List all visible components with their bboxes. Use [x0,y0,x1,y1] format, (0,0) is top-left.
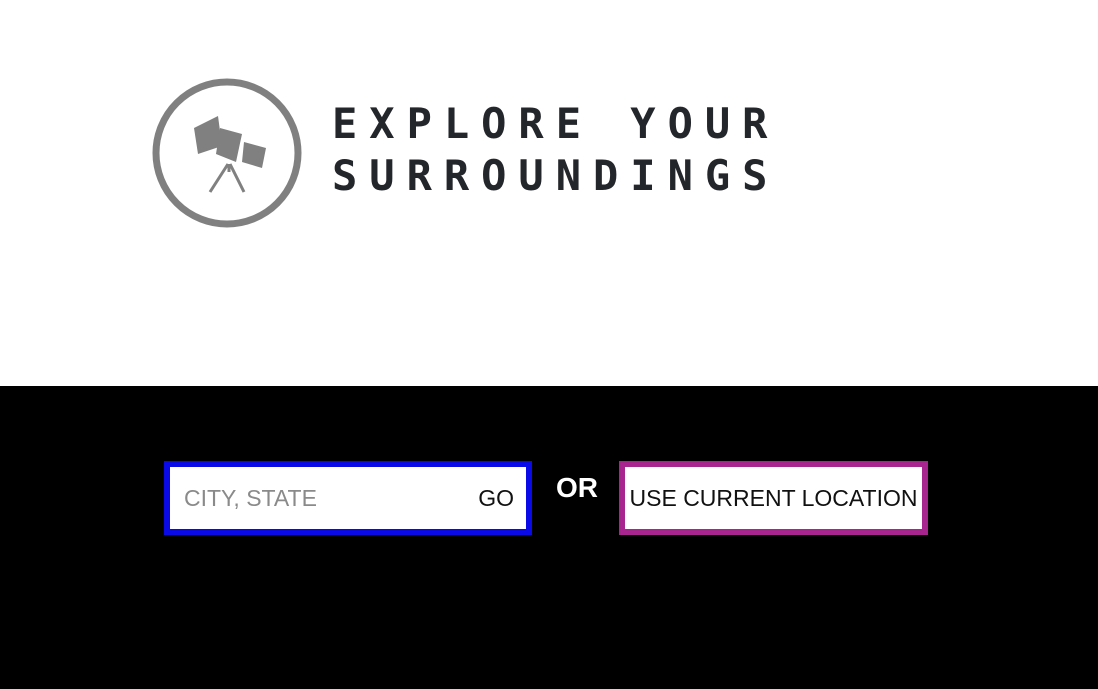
telescope-icon [152,78,302,228]
use-current-location-button[interactable]: USE CURRENT LOCATION [619,461,928,535]
page: EXPLORE YOUR SURROUNDINGS GO OR USE CURR… [0,0,1098,689]
site-title-line-1: EXPLORE YOUR [332,99,780,148]
site-title: EXPLORE YOUR SURROUNDINGS [332,98,779,202]
go-button[interactable]: GO [466,467,526,529]
site-title-line-2: SURROUNDINGS [332,151,780,200]
city-search-form: GO [164,461,532,535]
or-separator: OR [556,472,598,503]
city-state-input[interactable] [170,467,460,529]
site-header: EXPLORE YOUR SURROUNDINGS [0,0,1098,386]
search-band [0,386,1098,689]
